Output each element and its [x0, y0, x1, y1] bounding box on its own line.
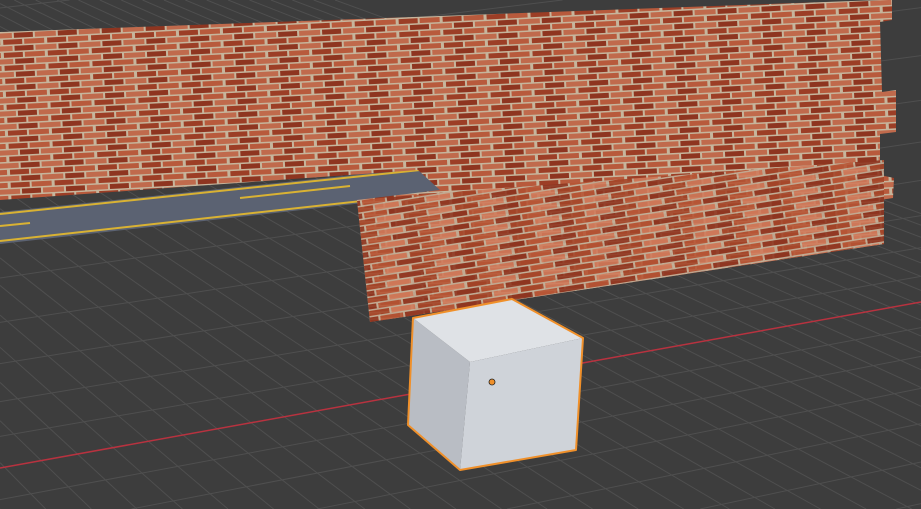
grid-line: [0, 346, 183, 509]
object-origin-icon: [488, 378, 496, 386]
grid-line: [0, 314, 229, 509]
cube[interactable]: [407, 298, 584, 471]
grid-line: [0, 285, 274, 509]
3d-viewport[interactable]: [0, 0, 921, 509]
grid-line: [896, 503, 921, 509]
grid-line: [0, 208, 411, 509]
scene-canvas[interactable]: [0, 0, 921, 509]
brick-wall[interactable]: [0, 0, 896, 322]
grid-line: [0, 382, 138, 509]
grid-line: [0, 257, 320, 509]
grid-line: [0, 232, 366, 509]
grid-line: [0, 462, 47, 509]
